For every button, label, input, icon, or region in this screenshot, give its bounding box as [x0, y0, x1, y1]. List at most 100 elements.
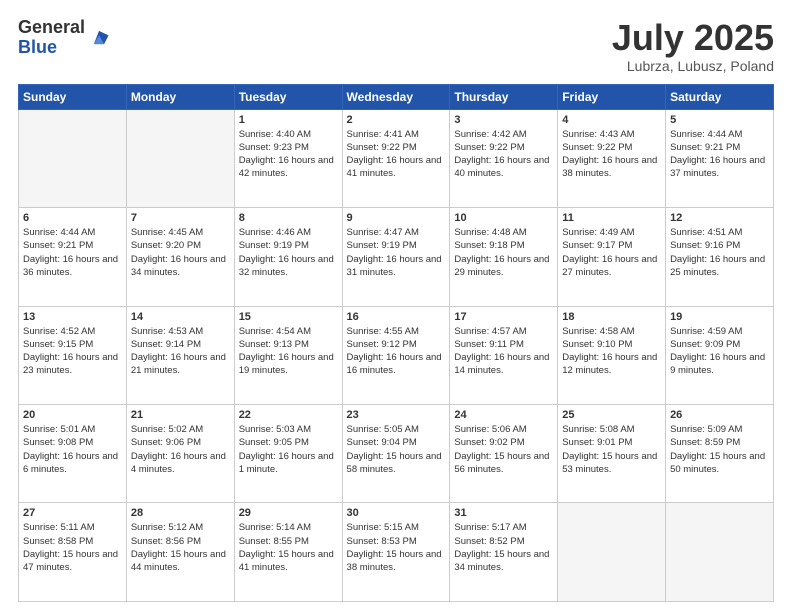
table-row: 4 Sunrise: 4:43 AMSunset: 9:22 PMDaylight… [558, 109, 666, 207]
table-row: 25 Sunrise: 5:08 AMSunset: 9:01 PMDayligh… [558, 405, 666, 503]
day-number: 20 [23, 409, 122, 421]
day-number: 3 [454, 114, 553, 126]
table-row: 31Sunrise: 5:17 AMSunset: 8:52 PMDayligh… [450, 503, 558, 602]
table-row: 3 Sunrise: 4:42 AMSunset: 9:22 PMDaylight… [450, 109, 558, 207]
table-row: 27 Sunrise: 5:11 AMSunset: 8:58 PMDayligh… [19, 503, 127, 602]
cell-text: Sunrise: 4:51 AMSunset: 9:16 PMDaylight:… [670, 227, 765, 278]
col-wednesday: Wednesday [342, 84, 450, 109]
day-number: 14 [131, 311, 230, 323]
day-number: 28 [131, 507, 230, 519]
day-number: 12 [670, 212, 769, 224]
cell-text: Sunrise: 5:15 AMSunset: 8:53 PMDaylight:… [347, 522, 442, 573]
cell-text: Sunrise: 4:57 AMSunset: 9:11 PMDaylight:… [454, 326, 549, 377]
title-block: July 2025 Lubrza, Lubusz, Poland [612, 18, 774, 74]
table-row: 7 Sunrise: 4:45 AMSunset: 9:20 PMDaylight… [126, 208, 234, 306]
cell-text: Sunrise: 5:05 AMSunset: 9:04 PMDaylight:… [347, 424, 442, 475]
cell-text: Sunrise: 4:58 AMSunset: 9:10 PMDaylight:… [562, 326, 657, 377]
logo-general: General [18, 18, 85, 38]
cell-text: Sunrise: 4:52 AMSunset: 9:15 PMDaylight:… [23, 326, 118, 377]
cell-text: Sunrise: 4:49 AMSunset: 9:17 PMDaylight:… [562, 227, 657, 278]
cell-text: Sunrise: 5:08 AMSunset: 9:01 PMDaylight:… [562, 424, 657, 475]
week-row-0: 1 Sunrise: 4:40 AMSunset: 9:23 PMDaylight… [19, 109, 774, 207]
table-row: 17 Sunrise: 4:57 AMSunset: 9:11 PMDayligh… [450, 306, 558, 404]
col-thursday: Thursday [450, 84, 558, 109]
cell-text: Sunrise: 4:44 AMSunset: 9:21 PMDaylight:… [670, 129, 765, 180]
table-row [126, 109, 234, 207]
day-number: 9 [347, 212, 446, 224]
col-saturday: Saturday [666, 84, 774, 109]
table-row: 26 Sunrise: 5:09 AMSunset: 8:59 PMDayligh… [666, 405, 774, 503]
table-row: 19 Sunrise: 4:59 AMSunset: 9:09 PMDayligh… [666, 306, 774, 404]
cell-text: Sunrise: 4:42 AMSunset: 9:22 PMDaylight:… [454, 129, 549, 180]
day-number: 11 [562, 212, 661, 224]
location: Lubrza, Lubusz, Poland [612, 58, 774, 74]
col-monday: Monday [126, 84, 234, 109]
day-number: 18 [562, 311, 661, 323]
table-row: 11 Sunrise: 4:49 AMSunset: 9:17 PMDayligh… [558, 208, 666, 306]
table-row: 5 Sunrise: 4:44 AMSunset: 9:21 PMDaylight… [666, 109, 774, 207]
cell-text: Sunrise: 4:40 AMSunset: 9:23 PMDaylight:… [239, 129, 334, 180]
day-number: 19 [670, 311, 769, 323]
table-row: 6 Sunrise: 4:44 AMSunset: 9:21 PMDaylight… [19, 208, 127, 306]
day-number: 13 [23, 311, 122, 323]
table-row: 13 Sunrise: 4:52 AMSunset: 9:15 PMDayligh… [19, 306, 127, 404]
week-row-4: 27 Sunrise: 5:11 AMSunset: 8:58 PMDayligh… [19, 503, 774, 602]
day-number: 17 [454, 311, 553, 323]
logo-icon [88, 28, 110, 50]
table-row: 21 Sunrise: 5:02 AMSunset: 9:06 PMDayligh… [126, 405, 234, 503]
table-row [19, 109, 127, 207]
cell-text: Sunrise: 5:17 AMSunset: 8:52 PMDaylight:… [454, 522, 549, 573]
day-number: 24 [454, 409, 553, 421]
day-number: 22 [239, 409, 338, 421]
day-number: 2 [347, 114, 446, 126]
cell-text: Sunrise: 5:02 AMSunset: 9:06 PMDaylight:… [131, 424, 226, 475]
logo-text: General Blue [18, 18, 85, 58]
day-number: 15 [239, 311, 338, 323]
cell-text: Sunrise: 4:44 AMSunset: 9:21 PMDaylight:… [23, 227, 118, 278]
month-title: July 2025 [612, 18, 774, 58]
table-row: 22 Sunrise: 5:03 AMSunset: 9:05 PMDayligh… [234, 405, 342, 503]
cell-text: Sunrise: 5:11 AMSunset: 8:58 PMDaylight:… [23, 522, 118, 573]
logo-blue: Blue [18, 38, 85, 58]
table-row: 12 Sunrise: 4:51 AMSunset: 9:16 PMDayligh… [666, 208, 774, 306]
table-row: 10Sunrise: 4:48 AMSunset: 9:18 PMDayligh… [450, 208, 558, 306]
cell-text: Sunrise: 4:54 AMSunset: 9:13 PMDaylight:… [239, 326, 334, 377]
cell-text: Sunrise: 4:41 AMSunset: 9:22 PMDaylight:… [347, 129, 442, 180]
week-row-3: 20 Sunrise: 5:01 AMSunset: 9:08 PMDayligh… [19, 405, 774, 503]
col-tuesday: Tuesday [234, 84, 342, 109]
table-row: 18 Sunrise: 4:58 AMSunset: 9:10 PMDayligh… [558, 306, 666, 404]
week-row-1: 6 Sunrise: 4:44 AMSunset: 9:21 PMDaylight… [19, 208, 774, 306]
cell-text: Sunrise: 4:59 AMSunset: 9:09 PMDaylight:… [670, 326, 765, 377]
logo: General Blue [18, 18, 110, 58]
day-number: 8 [239, 212, 338, 224]
day-number: 27 [23, 507, 122, 519]
day-number: 25 [562, 409, 661, 421]
header: General Blue July 2025 Lubrza, Lubusz, P… [18, 18, 774, 74]
cell-text: Sunrise: 5:09 AMSunset: 8:59 PMDaylight:… [670, 424, 765, 475]
cell-text: Sunrise: 5:06 AMSunset: 9:02 PMDaylight:… [454, 424, 549, 475]
cell-text: Sunrise: 5:12 AMSunset: 8:56 PMDaylight:… [131, 522, 226, 573]
header-row: Sunday Monday Tuesday Wednesday Thursday… [19, 84, 774, 109]
day-number: 6 [23, 212, 122, 224]
day-number: 5 [670, 114, 769, 126]
cell-text: Sunrise: 4:47 AMSunset: 9:19 PMDaylight:… [347, 227, 442, 278]
table-row: 16Sunrise: 4:55 AMSunset: 9:12 PMDayligh… [342, 306, 450, 404]
cell-text: Sunrise: 4:48 AMSunset: 9:18 PMDaylight:… [454, 227, 549, 278]
table-row [558, 503, 666, 602]
day-number: 1 [239, 114, 338, 126]
day-number: 21 [131, 409, 230, 421]
cell-text: Sunrise: 5:01 AMSunset: 9:08 PMDaylight:… [23, 424, 118, 475]
day-number: 7 [131, 212, 230, 224]
table-row: 14Sunrise: 4:53 AMSunset: 9:14 PMDayligh… [126, 306, 234, 404]
table-row [666, 503, 774, 602]
day-number: 16 [347, 311, 446, 323]
table-row: 8Sunrise: 4:46 AMSunset: 9:19 PMDaylight… [234, 208, 342, 306]
page: General Blue July 2025 Lubrza, Lubusz, P… [0, 0, 792, 612]
cell-text: Sunrise: 5:03 AMSunset: 9:05 PMDaylight:… [239, 424, 334, 475]
day-number: 26 [670, 409, 769, 421]
cell-text: Sunrise: 4:43 AMSunset: 9:22 PMDaylight:… [562, 129, 657, 180]
day-number: 4 [562, 114, 661, 126]
table-row: 2 Sunrise: 4:41 AMSunset: 9:22 PMDaylight… [342, 109, 450, 207]
cell-text: Sunrise: 4:45 AMSunset: 9:20 PMDaylight:… [131, 227, 226, 278]
week-row-2: 13 Sunrise: 4:52 AMSunset: 9:15 PMDayligh… [19, 306, 774, 404]
